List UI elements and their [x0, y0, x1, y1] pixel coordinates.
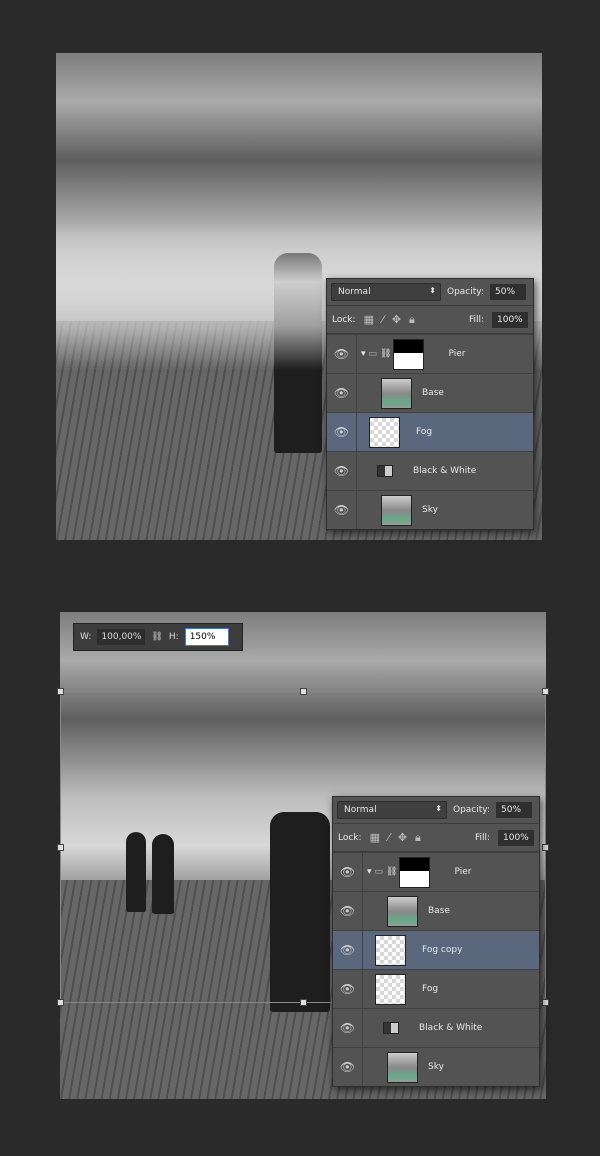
visibility-eye-icon[interactable]: 👁︎ — [333, 970, 363, 1008]
layer-row-pier[interactable]: 👁︎ ▾ ▭ ⛓ Pier — [327, 334, 533, 373]
lock-brush-icon[interactable]: ⁄ — [388, 831, 390, 844]
height-label: H: — [168, 632, 179, 642]
fill-input[interactable]: 100% — [492, 311, 528, 328]
transform-handle[interactable] — [542, 844, 549, 851]
panel-header: Normal ⬍ Opacity: 50% — [327, 279, 533, 306]
lock-all-icon[interactable]: 🔒︎ — [415, 831, 421, 845]
layer-name: Fog — [416, 427, 433, 437]
fill-input[interactable]: 100% — [498, 829, 534, 846]
transform-handle[interactable] — [57, 999, 64, 1006]
visibility-eye-icon[interactable]: 👁︎ — [333, 931, 363, 969]
width-value[interactable]: 100,00% — [97, 629, 146, 645]
layer-row-fog[interactable]: 👁︎ Fog — [327, 412, 533, 451]
adjustment-icon — [383, 1022, 399, 1034]
layer-row-base[interactable]: 👁︎ Base — [327, 373, 533, 412]
layer-name: Black & White — [419, 1023, 483, 1033]
layers-panel: Normal ⬍ Opacity: 50% Lock: ▦ ⁄ ✥ 🔒︎ Fill: 100% 👁︎ ▾… — [326, 278, 534, 530]
layer-row-black-white[interactable]: 👁︎ Black & White — [333, 1008, 539, 1047]
layer-row-fog-copy[interactable]: 👁︎ Fog copy — [333, 930, 539, 969]
blend-mode-value: Normal — [344, 805, 377, 815]
link-icon[interactable]: ⛓ — [151, 632, 162, 642]
layer-mask-thumbnail — [393, 338, 425, 370]
visibility-eye-icon[interactable]: 👁︎ — [327, 413, 357, 451]
opacity-label: Opacity: — [453, 805, 490, 815]
blend-mode-select[interactable]: Normal ⬍ — [337, 801, 447, 819]
visibility-eye-icon[interactable]: 👁︎ — [333, 892, 363, 930]
visibility-eye-icon[interactable]: 👁︎ — [333, 853, 363, 891]
lock-label: Lock: — [338, 832, 362, 843]
visibility-eye-icon[interactable]: 👁︎ — [327, 452, 357, 490]
select-arrows-icon: ⬍ — [435, 804, 442, 813]
folder-icon: ▭ — [368, 349, 378, 359]
layer-name: Base — [428, 906, 450, 916]
layer-name: Fog copy — [422, 945, 463, 955]
mask-link-icon: ⛓ — [386, 867, 398, 877]
layer-row-fog[interactable]: 👁︎ Fog — [333, 969, 539, 1008]
expand-arrow-icon[interactable]: ▾ — [367, 867, 372, 877]
visibility-eye-icon[interactable]: 👁︎ — [333, 1048, 363, 1086]
visibility-eye-icon[interactable]: 👁︎ — [327, 374, 357, 412]
panel-header: Normal ⬍ Opacity: 50% — [333, 797, 539, 824]
layer-name: Sky — [428, 1062, 444, 1072]
lock-all-icon[interactable]: 🔒︎ — [409, 313, 415, 327]
fill-label: Fill: — [468, 314, 484, 325]
transform-handle[interactable] — [542, 688, 549, 695]
transform-handle[interactable] — [57, 844, 64, 851]
layer-row-pier[interactable]: 👁︎ ▾ ▭ ⛓ Pier — [333, 852, 539, 891]
opacity-label: Opacity: — [447, 287, 484, 297]
layer-row-base[interactable]: 👁︎ Base — [333, 891, 539, 930]
fill-label: Fill: — [474, 832, 490, 843]
lock-bar: Lock: ▦ ⁄ ✥ 🔒︎ Fill: 100% — [333, 824, 539, 852]
transform-handle[interactable] — [300, 688, 307, 695]
transform-handle[interactable] — [57, 688, 64, 695]
lock-bar: Lock: ▦ ⁄ ✥ 🔒︎ Fill: 100% — [327, 306, 533, 334]
layer-name: Base — [422, 388, 444, 398]
blend-mode-value: Normal — [338, 287, 371, 297]
adjustment-icon — [377, 465, 393, 477]
transform-size-readout: W: 100,00% ⛓ H: 150% — [73, 623, 243, 651]
visibility-eye-icon[interactable]: 👁︎ — [327, 335, 357, 373]
layer-thumbnail — [387, 1051, 418, 1083]
transform-handle[interactable] — [542, 999, 549, 1006]
lock-transparency-icon[interactable]: ▦ — [364, 313, 374, 326]
folder-icon: ▭ — [374, 867, 384, 877]
lock-brush-icon[interactable]: ⁄ — [382, 313, 384, 326]
visibility-eye-icon[interactable]: 👁︎ — [333, 1009, 363, 1047]
lock-position-icon[interactable]: ✥ — [398, 831, 407, 844]
layer-row-black-white[interactable]: 👁︎ Black & White — [327, 451, 533, 490]
layer-thumbnail — [375, 934, 406, 966]
layer-thumbnail — [375, 973, 406, 1005]
height-input[interactable]: 150% — [184, 628, 229, 646]
opacity-input[interactable]: 50% — [490, 284, 526, 300]
blend-mode-select[interactable]: Normal ⬍ — [331, 283, 441, 301]
lock-label: Lock: — [332, 314, 356, 325]
visibility-eye-icon[interactable]: 👁︎ — [327, 491, 357, 529]
select-arrows-icon: ⬍ — [429, 286, 436, 295]
lock-transparency-icon[interactable]: ▦ — [370, 831, 380, 844]
expand-arrow-icon[interactable]: ▾ — [361, 349, 366, 359]
lock-position-icon[interactable]: ✥ — [392, 313, 401, 326]
layer-row-sky[interactable]: 👁︎ Sky — [333, 1047, 539, 1086]
layers-panel: Normal ⬍ Opacity: 50% Lock: ▦ ⁄ ✥ 🔒︎ Fill: 100% 👁︎ ▾… — [332, 796, 540, 1087]
layer-mask-thumbnail — [399, 856, 431, 888]
layer-row-sky[interactable]: 👁︎ Sky — [327, 490, 533, 529]
mask-link-icon: ⛓ — [380, 349, 392, 359]
opacity-input[interactable]: 50% — [496, 802, 532, 818]
layer-name: Pier — [448, 349, 466, 359]
layer-name: Black & White — [413, 466, 477, 476]
width-label: W: — [80, 632, 92, 642]
layer-thumbnail — [381, 494, 412, 526]
layer-name: Pier — [454, 867, 472, 877]
layer-thumbnail — [387, 895, 418, 927]
layer-thumbnail — [381, 377, 412, 409]
transform-handle[interactable] — [300, 999, 307, 1006]
layer-thumbnail — [369, 416, 400, 448]
layer-name: Fog — [422, 984, 439, 994]
layer-name: Sky — [422, 505, 438, 515]
